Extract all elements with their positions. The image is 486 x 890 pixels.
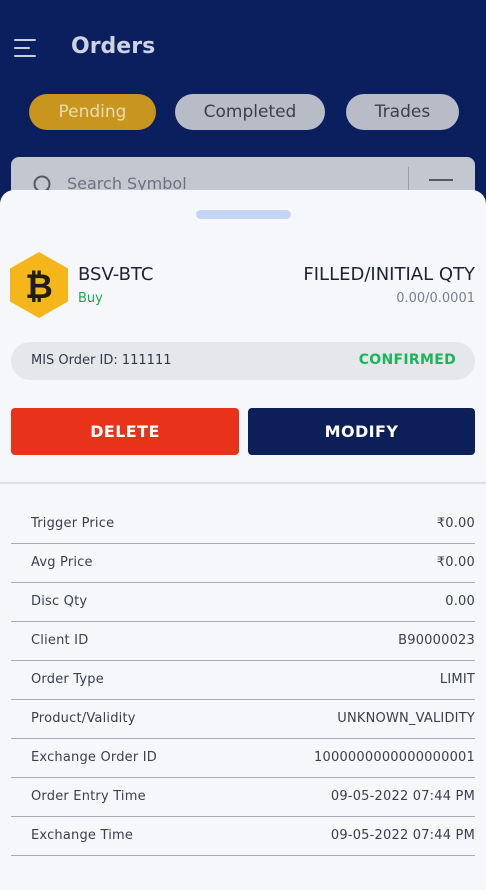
qty-value: 0.00/0.0001 <box>396 291 475 306</box>
detail-row-order-type: Order Type LIMIT <box>11 661 475 700</box>
detail-row-product-validity: Product/Validity UNKNOWN_VALIDITY <box>11 700 475 739</box>
status-badge: CONFIRMED <box>358 352 456 368</box>
detail-row-exchange-time: Exchange Time 09-05-2022 07:44 PM <box>11 817 475 856</box>
sheet-drag-handle[interactable] <box>196 210 291 219</box>
detail-label: Exchange Order ID <box>31 750 157 765</box>
detail-label: Exchange Time <box>31 828 134 843</box>
detail-value: LIMIT <box>439 672 475 687</box>
detail-label: Trigger Price <box>31 516 115 531</box>
detail-label: Client ID <box>31 633 89 648</box>
order-id-bar: MIS Order ID: 111111 CONFIRMED <box>11 342 475 380</box>
detail-value: ₹0.00 <box>436 516 475 531</box>
order-side: Buy <box>78 291 103 306</box>
detail-row-order-entry-time: Order Entry Time 09-05-2022 07:44 PM <box>11 778 475 817</box>
detail-value: 1000000000000000001 <box>314 750 475 765</box>
detail-row-client-id: Client ID B90000023 <box>11 622 475 661</box>
tab-completed[interactable]: Completed <box>175 94 325 130</box>
detail-label: Order Type <box>31 672 104 687</box>
detail-value: ₹0.00 <box>436 555 475 570</box>
section-divider <box>0 482 486 484</box>
detail-value: 09-05-2022 07:44 PM <box>330 828 475 843</box>
detail-value: 09-05-2022 07:44 PM <box>330 789 475 804</box>
page-title: Orders <box>71 34 156 59</box>
order-detail-sheet: ₿ BSV-BTC Buy FILLED/INITIAL QTY 0.00/0.… <box>0 190 486 890</box>
detail-label: Disc Qty <box>31 594 88 609</box>
detail-value: 0.00 <box>445 594 475 609</box>
detail-label: Avg Price <box>31 555 93 570</box>
orders-header: Orders Pending Completed Trades <box>0 0 486 210</box>
tab-trades[interactable]: Trades <box>346 94 459 130</box>
detail-row-disc-qty: Disc Qty 0.00 <box>11 583 475 622</box>
qty-label: FILLED/INITIAL QTY <box>303 264 475 285</box>
detail-value: UNKNOWN_VALIDITY <box>337 711 475 726</box>
hamburger-menu-icon[interactable] <box>14 38 38 58</box>
detail-row-trigger-price: Trigger Price ₹0.00 <box>11 505 475 544</box>
detail-label: Order Entry Time <box>31 789 146 804</box>
detail-row-avg-price: Avg Price ₹0.00 <box>11 544 475 583</box>
detail-row-exchange-order-id: Exchange Order ID 1000000000000000001 <box>11 739 475 778</box>
detail-label: Product/Validity <box>31 711 136 726</box>
svg-text:₿: ₿ <box>25 267 53 307</box>
detail-value: B90000023 <box>398 633 475 648</box>
bitcoin-icon: ₿ <box>10 252 68 318</box>
delete-button[interactable]: DELETE <box>11 408 239 455</box>
tab-pending[interactable]: Pending <box>29 94 156 130</box>
modify-button[interactable]: MODIFY <box>248 408 475 455</box>
order-symbol: BSV-BTC <box>78 264 154 285</box>
order-id: MIS Order ID: 111111 <box>31 353 172 368</box>
order-details-list: Trigger Price ₹0.00 Avg Price ₹0.00 Disc Q… <box>11 505 475 856</box>
